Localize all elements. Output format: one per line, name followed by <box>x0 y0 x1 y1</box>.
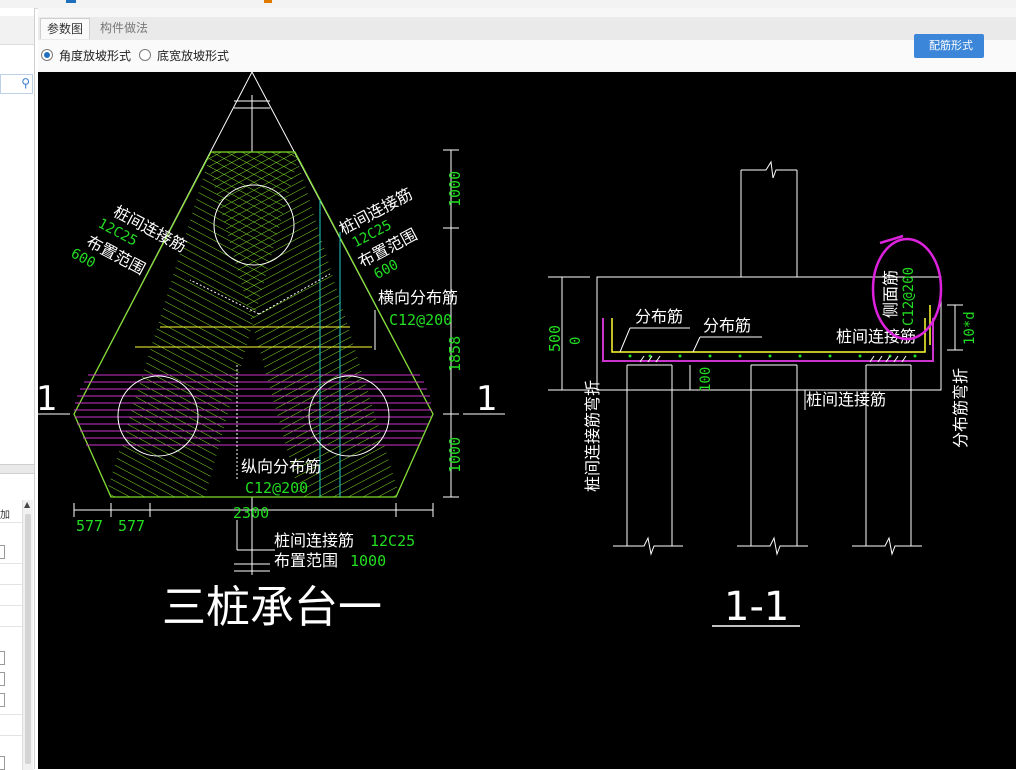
bottom-conn-value: 12C25 <box>370 532 415 550</box>
radio-checked-icon[interactable] <box>41 49 53 61</box>
bottom-range-value: 1000 <box>350 552 386 570</box>
transverse-value: C12@200 <box>389 311 452 329</box>
section-bend-left: 桩间连接筋弯折 <box>583 380 602 492</box>
section-side-value: C12@200 <box>901 267 917 326</box>
leader-line <box>692 336 701 353</box>
section-dist-label-1: 分布筋 <box>635 307 683 326</box>
section-conn-label-top: 桩间连接筋 <box>836 327 916 346</box>
property-input[interactable] <box>0 545 5 559</box>
angle-slope-option[interactable]: 角度放坡形式 <box>41 47 131 63</box>
tab-bar: 参数图 构件做法 <box>38 17 1016 41</box>
dim-b: 577 <box>118 517 145 535</box>
radio-unchecked-icon[interactable] <box>139 49 151 61</box>
scrollbar-thumb[interactable] <box>25 514 31 764</box>
scroll-up-icon[interactable]: ▲ <box>24 500 30 509</box>
search-input[interactable]: ⚲ <box>0 74 33 94</box>
section-dim-zero: 0 <box>568 337 584 345</box>
section-ten-d: 10*d <box>962 311 978 345</box>
dim-width: 2300 <box>233 504 269 522</box>
pile-cover-value: 100 <box>698 367 714 392</box>
tab-component-method[interactable]: 构件做法 <box>94 18 154 39</box>
longitudinal-label: 纵向分布筋 <box>241 457 321 476</box>
left-panel: ⚲ 加 ▲ <box>0 8 35 770</box>
angle-slope-label: 角度放坡形式 <box>59 48 132 63</box>
dim-bottom: 1000 <box>446 437 464 473</box>
width-slope-option[interactable]: 底宽放坡形式 <box>139 47 229 63</box>
dim-top: 1000 <box>446 171 464 207</box>
section-mark-right: 1 <box>476 379 498 419</box>
panel-splitter[interactable] <box>0 464 34 474</box>
left-panel-header <box>0 16 34 45</box>
property-input[interactable] <box>0 672 5 686</box>
section-dist-label-2: 分布筋 <box>703 316 751 335</box>
search-icon[interactable]: ⚲ <box>21 76 30 90</box>
bottom-conn-label: 桩间连接筋 <box>274 531 354 550</box>
dim-mid: 1858 <box>446 336 464 372</box>
plan-view: 1000 1858 1000 577 577 2300 1 1 桩间连接筋 12… <box>38 72 505 633</box>
section-view: 500 0 桩间连接筋弯折 100 分布筋 分布筋 桩间连接筋 桩间连接筋 侧面… <box>546 160 978 630</box>
section-bend-right: 分布筋弯折 <box>951 368 970 448</box>
bottom-range-label: 布置范围 <box>274 551 338 570</box>
section-conn-label-bottom: 桩间连接筋 <box>806 390 886 409</box>
section-title: 1-1 <box>724 584 789 630</box>
cad-drawing: 1000 1858 1000 577 577 2300 1 1 桩间连接筋 12… <box>38 72 978 633</box>
property-input[interactable] <box>0 651 5 665</box>
rebar-form-button[interactable]: 配筋形式 <box>914 34 984 58</box>
top-strip-marker <box>66 0 76 3</box>
slope-options-row: 角度放坡形式 底宽放坡形式 <box>38 40 1016 70</box>
section-side-label: 侧面筋 <box>881 270 900 318</box>
property-label: 加 <box>0 510 10 521</box>
longitudinal-value: C12@200 <box>245 479 308 497</box>
section-dimension-right <box>947 304 963 351</box>
top-strip-marker <box>264 0 272 3</box>
width-slope-label: 底宽放坡形式 <box>157 48 230 63</box>
column-break <box>741 160 797 179</box>
property-input[interactable] <box>0 693 5 707</box>
plan-title: 三桩承台一 <box>162 582 382 633</box>
section-dim-height: 500 <box>546 325 564 352</box>
cad-drawing-canvas[interactable]: 1000 1858 1000 577 577 2300 1 1 桩间连接筋 12… <box>38 72 1016 769</box>
section-mark-left: 1 <box>38 379 58 419</box>
property-input[interactable] <box>0 756 5 770</box>
tab-parameter-diagram[interactable]: 参数图 <box>40 18 91 39</box>
dim-a: 577 <box>76 517 103 535</box>
leader-line <box>619 327 631 353</box>
property-scrollbar[interactable]: ▲ <box>22 500 33 770</box>
transverse-label: 横向分布筋 <box>378 288 458 307</box>
